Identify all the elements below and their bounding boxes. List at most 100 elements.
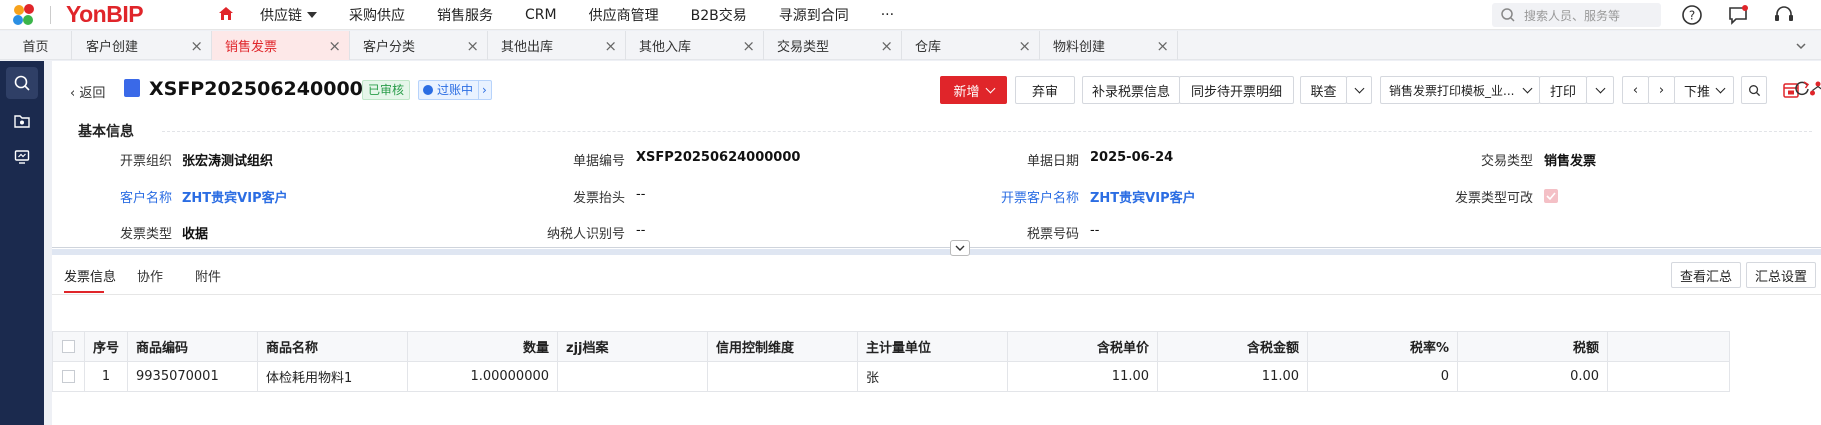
linked-query-button[interactable]: 联查: [1300, 76, 1347, 104]
cell-product-name-link[interactable]: 体检耗用物料1: [257, 361, 409, 392]
search-icon: [1748, 84, 1760, 96]
table-row[interactable]: 1 9935070001 体检耗用物料1 1.00000000 张 11.00 …: [52, 361, 1731, 392]
subtab-invoice-info[interactable]: 发票信息: [64, 266, 116, 285]
col-unit[interactable]: 主计量单位: [857, 331, 1009, 362]
col-zjj[interactable]: zjj档案: [557, 331, 709, 362]
summary-settings-button[interactable]: 汇总设置: [1746, 262, 1816, 288]
tab-transaction-type[interactable]: 交易类型 ×: [764, 31, 902, 60]
field-label-link[interactable]: 客户名称: [52, 187, 172, 206]
nav-sourcing[interactable]: 寻源到合同: [779, 5, 849, 25]
invoice-type-editable-checkbox[interactable]: [1544, 189, 1558, 203]
add-tax-info-button[interactable]: 补录税票信息: [1082, 76, 1180, 104]
cell-amount: 11.00: [1157, 361, 1309, 392]
chevron-down-icon: [1522, 83, 1533, 93]
tab-label: 客户分类: [363, 40, 416, 55]
tab-material-create[interactable]: 物料创建 ×: [1040, 31, 1178, 60]
linked-query-dropdown[interactable]: [1346, 76, 1372, 104]
col-seq[interactable]: 序号: [83, 331, 129, 362]
field-label-link[interactable]: 开票客户名称: [959, 187, 1079, 206]
col-product-code[interactable]: 商品编码: [127, 331, 259, 362]
invoice-customer-link[interactable]: ZHT贵宾VIP客户: [1090, 187, 1196, 206]
unapprove-button[interactable]: 弃审: [1015, 76, 1075, 104]
print-button[interactable]: 打印: [1539, 76, 1587, 104]
headset-icon[interactable]: [1772, 3, 1796, 27]
section-title: 基本信息: [78, 124, 134, 140]
brand-name[interactable]: YonBIP: [66, 1, 144, 28]
subtab-attachments[interactable]: 附件: [195, 266, 221, 285]
new-label: 新增: [953, 84, 980, 100]
tab-other-inbound[interactable]: 其他入库 ×: [626, 31, 764, 60]
tab-customer-category[interactable]: 客户分类 ×: [350, 31, 488, 60]
chevron-left-icon: ‹: [1632, 82, 1639, 98]
col-price[interactable]: 含税单价: [1007, 331, 1159, 362]
close-icon[interactable]: ×: [1018, 37, 1031, 55]
next-record-button[interactable]: ›: [1648, 76, 1675, 104]
view-summary-button[interactable]: 查看汇总: [1671, 262, 1741, 288]
posting-badge[interactable]: 过账中 ›: [418, 80, 492, 100]
print-template-select[interactable]: 销售发票打印模板_业...: [1380, 76, 1540, 104]
refresh-icon[interactable]: [1793, 79, 1811, 97]
close-icon[interactable]: ×: [328, 37, 341, 55]
sync-pending-button[interactable]: 同步待开票明细: [1179, 76, 1294, 104]
home-icon[interactable]: [217, 5, 235, 23]
close-icon[interactable]: ×: [1156, 37, 1169, 55]
field-label: 发票抬头: [572, 191, 625, 206]
col-credit-dimension[interactable]: 信用控制维度: [707, 331, 859, 362]
left-sidebar: [0, 61, 44, 425]
new-button[interactable]: 新增: [940, 76, 1007, 104]
col-product-name[interactable]: 商品名称: [257, 331, 409, 362]
sidebar-search-icon[interactable]: [6, 67, 38, 99]
tab-sales-invoice[interactable]: 销售发票 ×: [212, 31, 350, 60]
active-subtab-underline: [64, 291, 104, 293]
nav-b2b[interactable]: B2B交易: [691, 5, 747, 25]
row-checkbox[interactable]: [52, 361, 85, 392]
check-icon: [1546, 192, 1556, 201]
nav-crm[interactable]: CRM: [525, 7, 557, 23]
back-button[interactable]: ‹ 返回: [70, 82, 105, 101]
chevron-down-icon: [1595, 83, 1605, 93]
subtab-collaboration[interactable]: 协作: [137, 266, 163, 285]
tabs-overflow-chevron-icon[interactable]: [1795, 41, 1807, 51]
col-tax-rate[interactable]: 税率%: [1307, 331, 1459, 362]
col-amount[interactable]: 含税金额: [1157, 331, 1309, 362]
close-icon[interactable]: ×: [742, 37, 755, 55]
tab-other-outbound[interactable]: 其他出库 ×: [488, 31, 626, 60]
col-tax[interactable]: 税额: [1457, 331, 1609, 362]
tab-warehouse[interactable]: 仓库 ×: [902, 31, 1040, 60]
chevron-down-icon: [985, 83, 995, 93]
close-icon[interactable]: ×: [190, 37, 203, 55]
field-value: --: [636, 223, 646, 238]
search-button[interactable]: [1741, 76, 1767, 104]
table-header-row: 序号 商品编码 商品名称 数量 zjj档案 信用控制维度 主计量单位 含税单价 …: [52, 331, 1731, 362]
help-icon[interactable]: ?: [1680, 3, 1704, 27]
col-qty[interactable]: 数量: [407, 331, 559, 362]
status-badge: 已审核: [362, 80, 411, 100]
tab-customer-create[interactable]: 客户创建 ×: [72, 31, 212, 60]
select-all-checkbox[interactable]: [52, 331, 85, 362]
sidebar-monitor-icon[interactable]: [6, 141, 38, 173]
close-icon[interactable]: ×: [466, 37, 479, 55]
tab-label: 销售发票: [225, 40, 278, 55]
nav-supplier-mgmt[interactable]: 供应商管理: [589, 5, 659, 25]
print-dropdown[interactable]: [1586, 76, 1614, 104]
nav-procurement[interactable]: 采购供应: [349, 5, 405, 25]
tab-label: 首页: [22, 40, 49, 55]
nav-sales-service[interactable]: 销售服务: [437, 5, 493, 25]
tab-home[interactable]: 首页: [0, 31, 72, 60]
chevron-down-icon: [1354, 83, 1364, 93]
sidebar-folder-icon[interactable]: [6, 105, 38, 137]
customer-name-link[interactable]: ZHT贵宾VIP客户: [182, 187, 288, 206]
section-separator: [52, 247, 1821, 248]
close-icon[interactable]: ×: [604, 37, 617, 55]
prev-record-button[interactable]: ‹: [1622, 76, 1649, 104]
chevron-down-icon: [955, 245, 965, 251]
expand-section-button[interactable]: [950, 240, 970, 256]
message-icon[interactable]: [1726, 3, 1750, 27]
push-down-button[interactable]: 下推: [1674, 76, 1734, 104]
close-icon[interactable]: ×: [880, 37, 893, 55]
cell-product-code-link[interactable]: 9935070001: [127, 361, 259, 392]
global-search-input[interactable]: 搜索人员、服务等: [1492, 3, 1661, 27]
field-value: --: [1090, 223, 1100, 238]
nav-more[interactable]: ···: [881, 7, 894, 23]
nav-supply-chain[interactable]: 供应链: [260, 5, 317, 25]
